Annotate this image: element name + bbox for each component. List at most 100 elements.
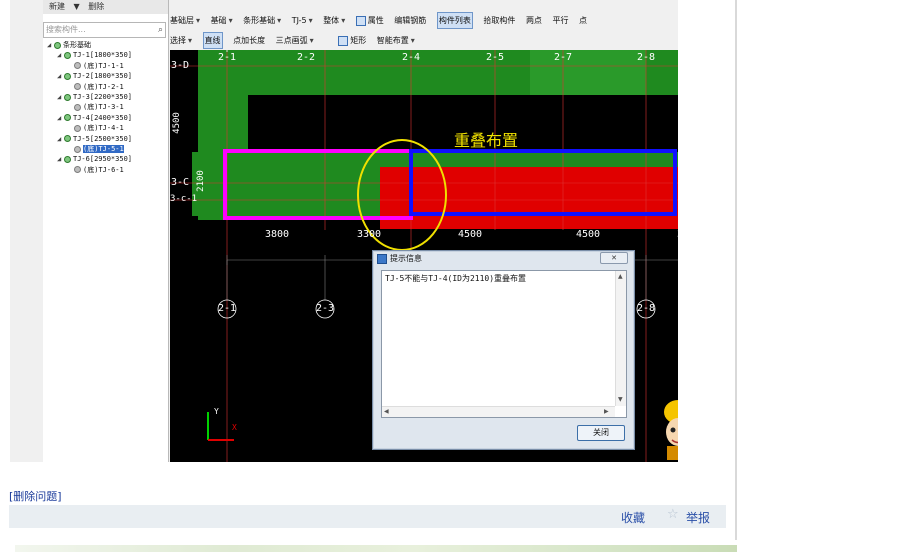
axis-label-bottom: 2-3: [316, 303, 335, 314]
layer-select[interactable]: 基础层 ▾: [170, 13, 200, 28]
properties-icon: [355, 15, 366, 26]
scope-select[interactable]: 整体 ▾: [323, 13, 345, 28]
dim-bottom: 3800: [265, 229, 290, 240]
expand-toggle-icon[interactable]: ◢: [57, 154, 64, 164]
dialog-vertical-scrollbar[interactable]: ▲ ▼: [615, 271, 626, 406]
tree-leaf-item[interactable]: (底)TJ-2-1: [67, 82, 124, 92]
tree-group-item[interactable]: ◢ TJ-1[1800*350]: [57, 50, 132, 60]
decorative-banner-strip: [15, 545, 737, 552]
expand-toggle-icon[interactable]: ◢: [57, 113, 64, 123]
line-button[interactable]: 直线: [202, 32, 223, 49]
ucs-y-label: Y: [214, 407, 219, 416]
tree-group-item[interactable]: ◢ TJ-3[2200*350]: [57, 92, 132, 102]
overlap-foundation: [380, 167, 678, 229]
tree-item-label: (底)TJ-2-1: [83, 82, 124, 91]
gear-icon: [74, 103, 81, 111]
tree-leaf-item[interactable]: (底)TJ-6-1: [67, 165, 124, 175]
rect-button[interactable]: 矩形: [338, 33, 366, 48]
axis-label-top: 2-7: [554, 52, 573, 63]
tree-item-label: TJ-6[2950*350]: [73, 155, 133, 164]
expand-toggle-icon[interactable]: ◢: [47, 40, 54, 50]
favorite-link[interactable]: 收藏: [621, 509, 645, 526]
page-edge-divider: [735, 0, 737, 540]
action-bar: [9, 505, 726, 528]
new-button[interactable]: 新建: [49, 2, 65, 11]
helper-mascot-icon[interactable]: [658, 398, 678, 460]
dialog-title: 提示信息: [377, 252, 422, 266]
tree-leaf-item[interactable]: (底)TJ-1-1: [67, 61, 124, 71]
dialog-close-button[interactable]: 关闭: [577, 425, 625, 441]
expand-toggle-icon[interactable]: ◢: [57, 71, 64, 81]
tree-item-label: TJ-4[2400*350]: [73, 113, 133, 122]
dim-left-top: 4500: [171, 112, 182, 134]
select-button[interactable]: 选择 ▾: [170, 33, 192, 48]
tree-leaf-item[interactable]: (底)TJ-5-1: [67, 144, 124, 154]
green-gear-icon: [64, 93, 71, 101]
tree-group-item[interactable]: ◢ TJ-6[2950*350]: [57, 154, 132, 164]
point-angle-button[interactable]: 点: [579, 13, 587, 28]
tree-item-label: (底)TJ-3-1: [83, 103, 124, 112]
tree-item-label: TJ-3[2200*350]: [73, 93, 133, 101]
green-gear-icon: [64, 155, 71, 163]
gear-icon: [74, 145, 81, 153]
tree-item-label: 条形基础: [63, 41, 91, 49]
dim-bottom: 4500: [458, 229, 483, 240]
scroll-up-icon[interactable]: ▲: [618, 273, 623, 280]
overlap-label: 重叠布置: [454, 131, 519, 150]
green-gear-icon: [64, 51, 71, 59]
scroll-left-icon[interactable]: ◀: [384, 408, 389, 415]
type-select[interactable]: 条形基础 ▾: [243, 13, 281, 28]
tree-item-label: TJ-2[1800*350]: [73, 72, 133, 81]
category-select[interactable]: 基础 ▾: [211, 13, 233, 28]
search-icon[interactable]: ⌕: [158, 23, 163, 37]
smart-layout-button[interactable]: 智能布置 ▾: [377, 33, 415, 48]
folder-icon: [54, 41, 61, 49]
three-point-arc-button[interactable]: 三点画弧 ▾: [276, 33, 314, 48]
axis-label-top: 2-4: [402, 52, 421, 63]
tree-search-input[interactable]: 搜索构件... ⌕: [43, 22, 166, 38]
delete-question-link[interactable]: [删除问题]: [9, 488, 62, 504]
expand-toggle-icon[interactable]: ◢: [57, 92, 64, 102]
component-select[interactable]: TJ-5 ▾: [292, 13, 313, 28]
tree-group-item[interactable]: ◢ TJ-5[2500*350]: [57, 134, 132, 144]
green-gear-icon: [64, 114, 71, 122]
tree-item-label: TJ-1[1800*350]: [73, 51, 133, 60]
scroll-down-icon[interactable]: ▼: [618, 396, 623, 403]
expand-toggle-icon[interactable]: ◢: [57, 50, 64, 60]
expand-toggle-icon[interactable]: ◢: [57, 134, 64, 144]
dialog-horizontal-scrollbar[interactable]: ◀ ▶: [382, 406, 615, 417]
gear-icon: [74, 166, 81, 174]
tree-group-item[interactable]: ◢ TJ-2[1800*350]: [57, 71, 132, 81]
rect-icon: [338, 35, 349, 46]
dim-bottom: 4500: [576, 229, 601, 240]
ucs-x-label: X: [232, 423, 237, 432]
delete-button[interactable]: 删除: [88, 2, 104, 11]
info-dialog: 提示信息 ✕ TJ-5不能与TJ-4(ID为2110)重叠布置 ▲ ▼ ◀ ▶ …: [372, 250, 635, 450]
tree-leaf-item[interactable]: (底)TJ-4-1: [67, 123, 124, 133]
tree-root-item[interactable]: ◢ 条形基础: [47, 40, 91, 50]
component-list-button[interactable]: 构件列表: [436, 12, 473, 29]
dim-bottom: 33: [677, 229, 678, 240]
report-link[interactable]: 举报: [686, 509, 710, 526]
tree-leaf-item[interactable]: (底)TJ-3-1: [67, 102, 124, 112]
dim-left-mid: 2100: [195, 170, 206, 192]
dialog-message: TJ-5不能与TJ-4(ID为2110)重叠布置: [385, 274, 527, 283]
dropdown-arrow[interactable]: ▼: [74, 2, 80, 11]
tree-toolbar: 新建 ▼ 删除: [43, 0, 168, 14]
toolbar-row-2: 选择 ▾ 直线 点加长度 三点画弧 ▾ 矩形 智能布置 ▾: [170, 32, 678, 49]
two-points-button[interactable]: 两点: [526, 13, 542, 28]
void-area-right: [528, 95, 678, 152]
close-icon[interactable]: ✕: [600, 252, 628, 264]
green-gear-icon: [64, 72, 71, 80]
properties-button[interactable]: 属性: [355, 13, 384, 28]
pick-component-button[interactable]: 拾取构件: [483, 13, 515, 28]
row-label: 3-D: [171, 60, 190, 71]
scroll-right-icon[interactable]: ▶: [604, 408, 609, 415]
tree-group-item[interactable]: ◢ TJ-4[2400*350]: [57, 113, 132, 123]
parallel-button[interactable]: 平行: [552, 13, 568, 28]
edit-rebar-button[interactable]: 编辑钢筋: [394, 13, 426, 28]
software-screenshot: 基础层 ▾ 基础 ▾ 条形基础 ▾ TJ-5 ▾ 整体 ▾ 属性 编辑钢筋 构件列表 拾取…: [10, 0, 678, 462]
axis-label-top: 2-2: [297, 52, 316, 63]
add-length-button[interactable]: 点加长度: [233, 33, 265, 48]
row-label: 3-C: [171, 177, 190, 188]
